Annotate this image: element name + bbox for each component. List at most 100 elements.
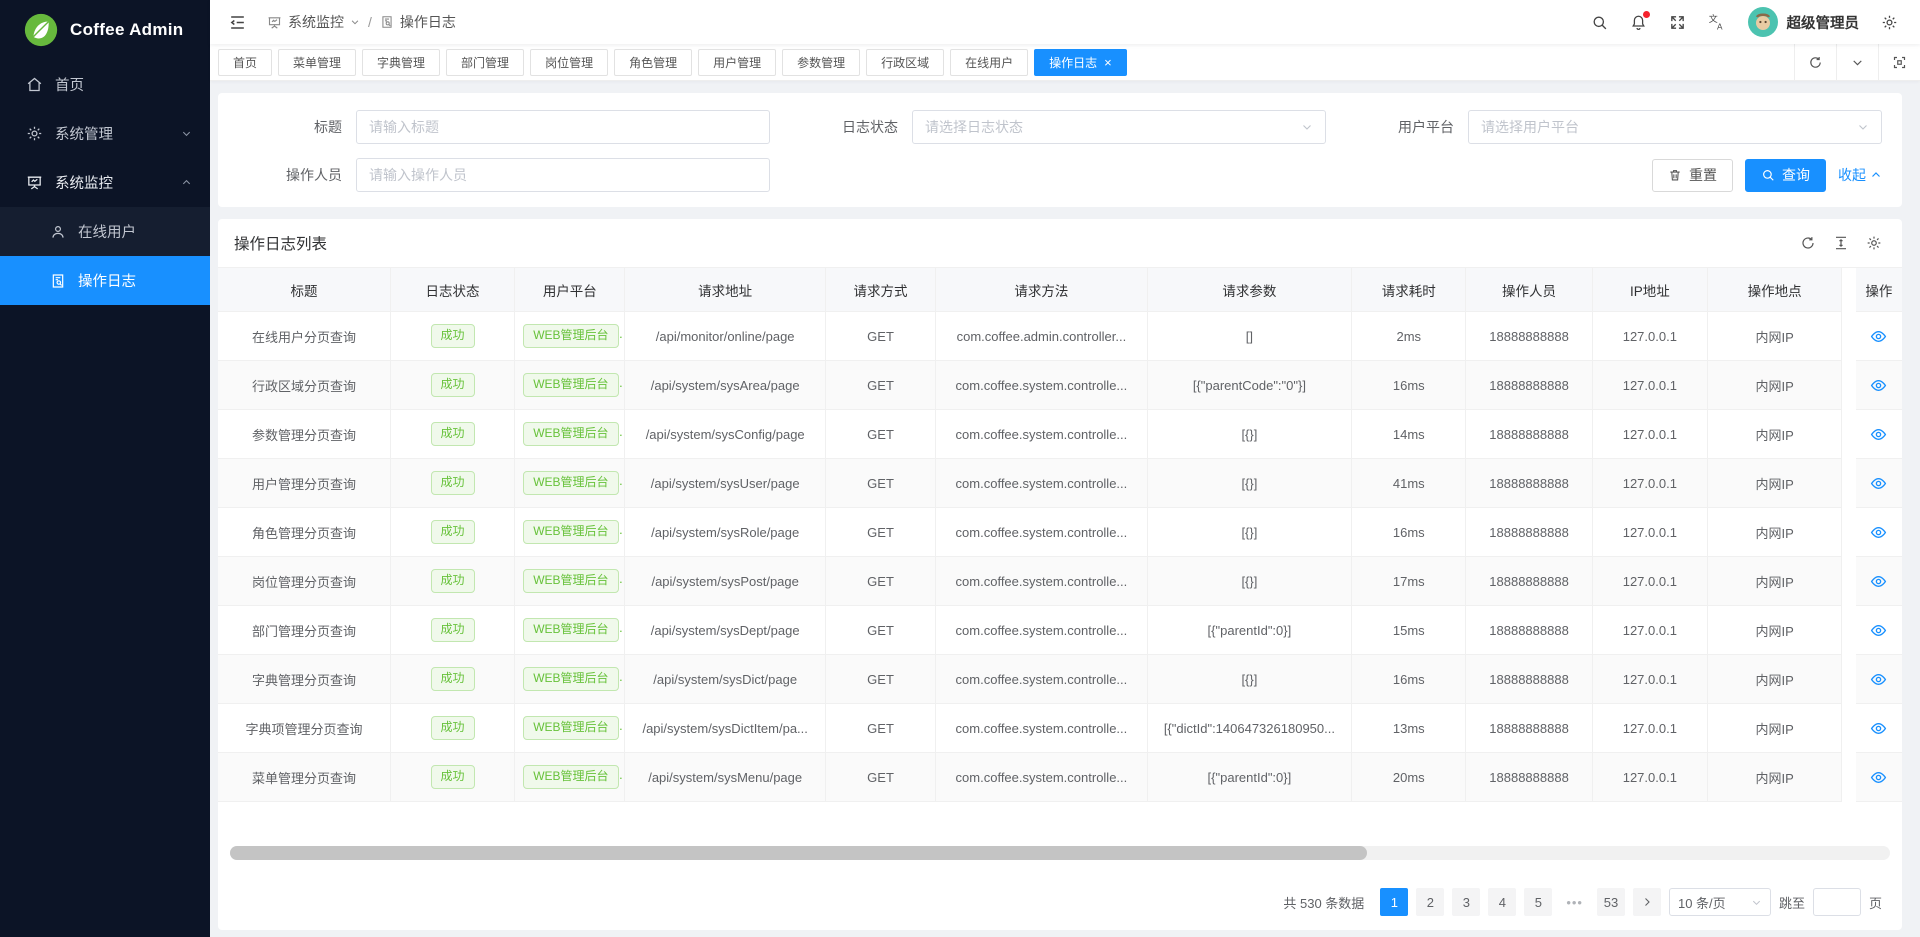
search-button[interactable]: 查询 [1745, 159, 1826, 192]
cell-url: /api/system/sysDictItem/pa... [625, 704, 825, 753]
cell-operator: 18888888888 [1466, 606, 1592, 655]
top-header: 系统监控 / 操作日志 文A 超级管理员 [210, 0, 1920, 44]
settings-gear-icon[interactable] [1866, 235, 1882, 251]
search-button-label: 查询 [1782, 165, 1810, 185]
cell-platform: WEB管理后台 [515, 557, 625, 606]
horizontal-scrollbar [230, 846, 1890, 860]
cell-duration: 20ms [1352, 753, 1466, 802]
table-scroll-gutter [1842, 606, 1856, 655]
page-size-select[interactable]: 10 条/页 [1669, 888, 1771, 916]
tab-4[interactable]: 岗位管理 [530, 49, 608, 76]
fullscreen-icon[interactable] [1669, 14, 1686, 31]
tab-3[interactable]: 部门管理 [446, 49, 524, 76]
operator-input[interactable] [369, 167, 757, 183]
page-button-5[interactable]: 5 [1524, 888, 1552, 916]
tab-10[interactable]: 操作日志× [1034, 49, 1127, 76]
page-ellipsis: ••• [1560, 888, 1589, 916]
refresh-icon[interactable] [1800, 235, 1816, 251]
cell-location: 内网IP [1707, 606, 1841, 655]
bell-icon[interactable] [1630, 14, 1647, 31]
column-header: 日志状态 [390, 268, 514, 312]
menu-fold-icon[interactable] [228, 13, 247, 32]
sidebar-item-operation-log[interactable]: 操作日志 [0, 256, 210, 305]
filter-panel: 标题 日志状态 请选择日志状态 用户平台 请选择用户平台 [218, 93, 1902, 207]
page-button-4[interactable]: 4 [1488, 888, 1516, 916]
tab-6[interactable]: 用户管理 [698, 49, 776, 76]
table-scroll-gutter [1842, 312, 1856, 361]
jump-page-input[interactable] [1813, 888, 1861, 916]
page-button-1[interactable]: 1 [1380, 888, 1408, 916]
sidebar-item-online-users[interactable]: 在线用户 [0, 207, 210, 256]
search-icon[interactable] [1591, 14, 1608, 31]
maximize-icon[interactable] [1878, 44, 1920, 80]
screen-icon [267, 15, 282, 30]
tab-9[interactable]: 在线用户 [950, 49, 1028, 76]
cell-method: GET [825, 753, 935, 802]
tab-7[interactable]: 参数管理 [782, 49, 860, 76]
page-button-53[interactable]: 53 [1597, 888, 1625, 916]
platform-badge: WEB管理后台 [523, 667, 618, 691]
density-icon[interactable] [1833, 235, 1849, 251]
sidebar-item-label: 系统监控 [55, 172, 169, 193]
operation-log-table: 标题日志状态用户平台请求地址请求方式请求方法请求参数请求耗时操作人员IP地址操作… [218, 267, 1902, 802]
cell-title: 部门管理分页查询 [218, 606, 390, 655]
view-detail-eye-icon[interactable] [1870, 524, 1887, 541]
breadcrumb-parent[interactable]: 系统监控 [267, 12, 360, 32]
view-detail-eye-icon[interactable] [1870, 720, 1887, 737]
view-detail-eye-icon[interactable] [1870, 671, 1887, 688]
log-status-select[interactable]: 请选择日志状态 [912, 110, 1326, 144]
close-icon[interactable]: × [1104, 56, 1112, 69]
table-row: 部门管理分页查询成功WEB管理后台/api/system/sysDept/pag… [218, 606, 1902, 655]
cell-duration: 2ms [1352, 312, 1466, 361]
cell-platform: WEB管理后台 [515, 606, 625, 655]
view-detail-eye-icon[interactable] [1870, 426, 1887, 443]
next-page-button[interactable] [1633, 888, 1661, 916]
cell-location: 内网IP [1707, 361, 1841, 410]
scrollbar-thumb[interactable] [230, 846, 1367, 860]
tab-2[interactable]: 字典管理 [362, 49, 440, 76]
view-detail-eye-icon[interactable] [1870, 377, 1887, 394]
sidebar-item-system-manage[interactable]: 系统管理 [0, 109, 210, 158]
tab-0[interactable]: 首页 [218, 49, 272, 76]
sidebar-item-system-monitor[interactable]: 系统监控 [0, 158, 210, 207]
platform-badge: WEB管理后台 [523, 765, 618, 789]
tab-label: 字典管理 [377, 54, 425, 71]
view-detail-eye-icon[interactable] [1870, 328, 1887, 345]
platform-select[interactable]: 请选择用户平台 [1468, 110, 1882, 144]
status-badge: 成功 [431, 618, 475, 642]
collapse-link[interactable]: 收起 [1838, 165, 1882, 185]
chevron-down-icon [1301, 121, 1313, 133]
tab-5[interactable]: 角色管理 [614, 49, 692, 76]
title-input[interactable] [369, 119, 757, 135]
chevron-down-icon[interactable] [1836, 44, 1878, 80]
cell-duration: 16ms [1352, 508, 1466, 557]
view-detail-eye-icon[interactable] [1870, 769, 1887, 786]
logo[interactable]: Coffee Admin [0, 0, 210, 60]
cell-duration: 13ms [1352, 704, 1466, 753]
view-detail-eye-icon[interactable] [1870, 622, 1887, 639]
cell-handler: com.coffee.system.controlle... [936, 361, 1148, 410]
translate-icon[interactable]: 文A [1708, 13, 1726, 31]
cell-duration: 16ms [1352, 361, 1466, 410]
tab-8[interactable]: 行政区域 [866, 49, 944, 76]
cell-duration: 14ms [1352, 410, 1466, 459]
view-detail-eye-icon[interactable] [1870, 475, 1887, 492]
table-scroll-gutter [1842, 508, 1856, 557]
page-button-3[interactable]: 3 [1452, 888, 1480, 916]
settings-gear-icon[interactable] [1881, 14, 1898, 31]
view-detail-eye-icon[interactable] [1870, 573, 1887, 590]
refresh-icon[interactable] [1794, 44, 1836, 80]
cell-title: 参数管理分页查询 [218, 410, 390, 459]
cell-handler: com.coffee.system.controlle... [936, 753, 1148, 802]
sidebar-item-label: 首页 [55, 74, 192, 95]
table-title: 操作日志列表 [234, 232, 327, 254]
column-header: 请求参数 [1147, 268, 1351, 312]
tab-1[interactable]: 菜单管理 [278, 49, 356, 76]
sidebar-item-home[interactable]: 首页 [0, 60, 210, 109]
column-header: 操作 [1856, 268, 1902, 312]
trash-icon [1668, 168, 1682, 182]
user-menu[interactable]: 超级管理员 [1748, 7, 1860, 37]
cell-method: GET [825, 606, 935, 655]
reset-button[interactable]: 重置 [1652, 159, 1733, 192]
page-button-2[interactable]: 2 [1416, 888, 1444, 916]
